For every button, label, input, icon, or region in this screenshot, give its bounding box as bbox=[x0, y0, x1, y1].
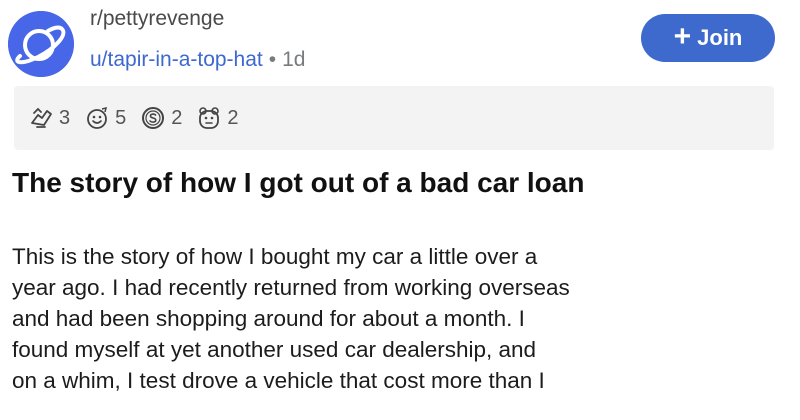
reddit-post-view: r/pettyrevenge u/tapir-in-a-top-hat • 1d +… bbox=[0, 0, 800, 420]
award-count: 3 bbox=[59, 106, 71, 129]
subreddit-avatar[interactable] bbox=[8, 11, 74, 77]
award-count: 2 bbox=[171, 106, 183, 129]
post-body-line: This is the story of how I bought my car… bbox=[12, 244, 538, 269]
byline: u/tapir-in-a-top-hat • 1d bbox=[90, 47, 305, 73]
planet-icon bbox=[8, 11, 74, 77]
plus-icon: + bbox=[673, 19, 692, 53]
meta-separator: • bbox=[268, 48, 277, 71]
post-header: r/pettyrevenge u/tapir-in-a-top-hat • 1d +… bbox=[0, 0, 800, 84]
join-button[interactable]: + Join bbox=[641, 14, 775, 62]
post-body-line: found myself at yet another used car dea… bbox=[12, 337, 537, 362]
award-item[interactable]: 2 bbox=[196, 105, 239, 131]
award-item[interactable]: 3 bbox=[28, 105, 70, 131]
award-count: 5 bbox=[115, 106, 127, 129]
author-link[interactable]: u/tapir-in-a-top-hat bbox=[90, 48, 263, 71]
join-label: Join bbox=[697, 25, 743, 50]
award-smile-icon bbox=[87, 106, 108, 129]
subreddit-name[interactable]: r/pettyrevenge bbox=[90, 6, 305, 34]
post-body-line: and had been shopping around for about a… bbox=[12, 306, 525, 331]
post-body: This is the story of how I bought my car… bbox=[12, 241, 792, 396]
post-meta: r/pettyrevenge u/tapir-in-a-top-hat • 1d bbox=[90, 6, 305, 73]
award-bear-icon bbox=[199, 107, 220, 129]
post-age: 1d bbox=[282, 48, 306, 71]
award-item[interactable]: 5 bbox=[84, 105, 126, 131]
award-item[interactable]: 2 bbox=[140, 105, 182, 131]
award-count: 2 bbox=[227, 106, 239, 129]
awards-bar[interactable]: 3 5 2 2 bbox=[14, 86, 774, 150]
post-body-line: on a whim, I test drove a vehicle that c… bbox=[12, 368, 545, 393]
award-hands-icon bbox=[31, 107, 52, 128]
award-coin-icon bbox=[142, 107, 165, 129]
post-title[interactable]: The story of how I got out of a bad car … bbox=[12, 165, 792, 201]
post-body-line: year ago. I had recently returned from w… bbox=[12, 275, 570, 300]
